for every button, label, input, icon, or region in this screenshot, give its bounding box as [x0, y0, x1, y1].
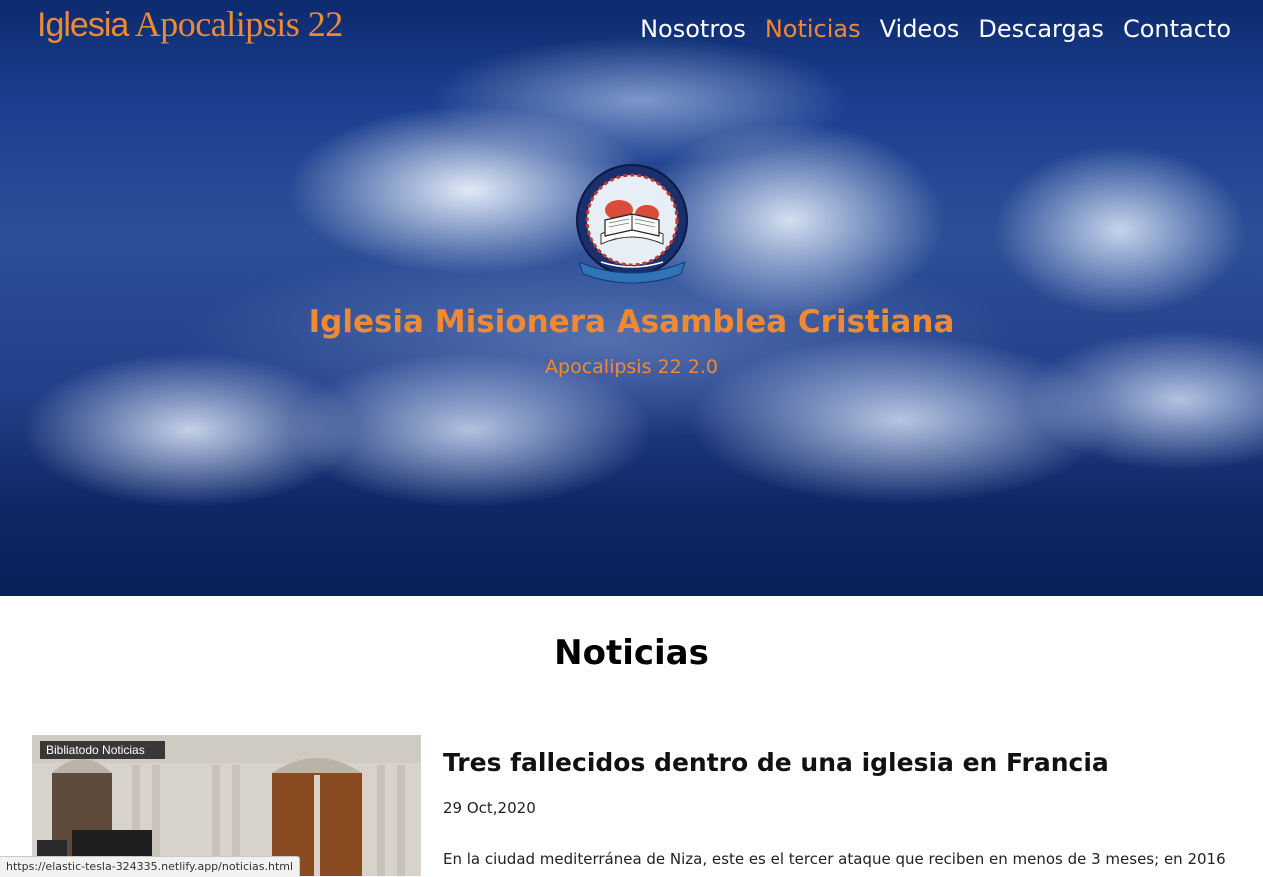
- nav-item-noticias[interactable]: Noticias: [765, 12, 861, 46]
- hero-subtitle: Apocalipsis 22 2.0: [545, 356, 718, 378]
- article-title[interactable]: Tres fallecidos dentro de una iglesia en…: [443, 743, 1109, 783]
- site-title-word-2: Apocalipsis 22: [134, 4, 343, 44]
- hero-title: Iglesia Misionera Asamblea Cristiana: [308, 304, 955, 340]
- article-excerpt: En la ciudad mediterránea de Niza, este …: [443, 850, 1226, 868]
- nav-item-contacto[interactable]: Contacto: [1123, 12, 1231, 46]
- nav-item-videos[interactable]: Videos: [880, 12, 960, 46]
- section-title: Noticias: [554, 633, 709, 673]
- hero-banner: Iglesia Apocalipsis 22 Nosotros Noticias…: [0, 0, 1263, 596]
- main-nav: Nosotros Noticias Videos Descargas Conta…: [621, 12, 1231, 46]
- site-title-link[interactable]: Iglesia Apocalipsis 22: [37, 2, 343, 47]
- article-image[interactable]: Bibliatodo Noticias: [32, 735, 421, 876]
- nav-item-descargas[interactable]: Descargas: [978, 12, 1104, 46]
- church-logo-icon: [571, 162, 693, 284]
- status-bar-url: https://elastic-tesla-324335.netlify.app…: [0, 856, 301, 877]
- church-seal-graphic: [576, 164, 688, 284]
- site-title-word-1: Iglesia: [37, 6, 129, 44]
- article-image-caption: Bibliatodo Noticias: [46, 743, 145, 757]
- nav-item-nosotros[interactable]: Nosotros: [640, 12, 746, 46]
- article-date: 29 Oct,2020: [443, 799, 536, 817]
